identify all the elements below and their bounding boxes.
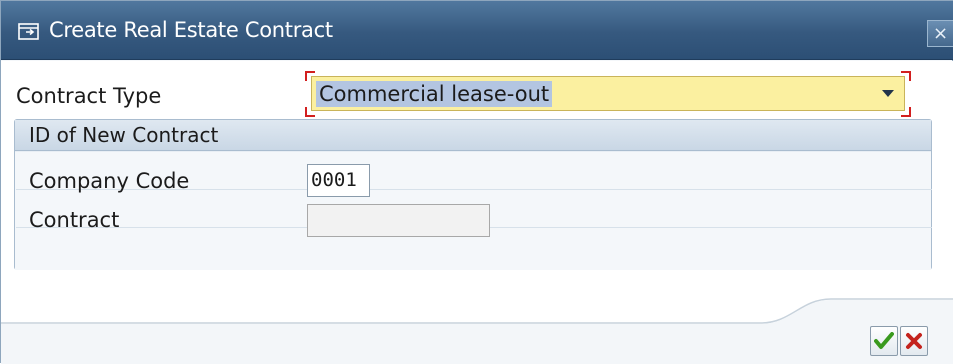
new-contract-id-group: ID of New Contract [14, 119, 932, 270]
checkmark-icon [874, 332, 894, 349]
close-icon: × [932, 23, 949, 44]
close-button[interactable]: × [927, 20, 953, 47]
group-header: ID of New Contract [15, 120, 931, 151]
confirm-button[interactable] [870, 326, 898, 356]
contract-type-value: Commercial lease-out [316, 81, 553, 107]
chevron-down-icon[interactable] [882, 90, 894, 97]
window-icon [18, 23, 39, 40]
dialog-titlebar: Create Real Estate Contract × [1, 1, 953, 60]
contract-type-dropdown[interactable]: Commercial lease-out [311, 76, 905, 111]
contract-field[interactable] [307, 204, 490, 237]
contract-type-select[interactable]: Commercial lease-out [305, 71, 911, 117]
cancel-button[interactable] [900, 326, 928, 356]
cancel-icon [906, 333, 922, 349]
group-title: ID of New Contract [29, 123, 219, 147]
company-code-label: Company Code [29, 169, 190, 193]
footer-separator [1, 298, 953, 364]
company-code-field[interactable]: 0001 [307, 164, 370, 197]
contract-label: Contract [29, 208, 120, 232]
create-contract-dialog: Create Real Estate Contract × Contract T… [0, 0, 953, 364]
dialog-title: Create Real Estate Contract [49, 18, 333, 42]
contract-type-label: Contract Type [16, 84, 162, 108]
